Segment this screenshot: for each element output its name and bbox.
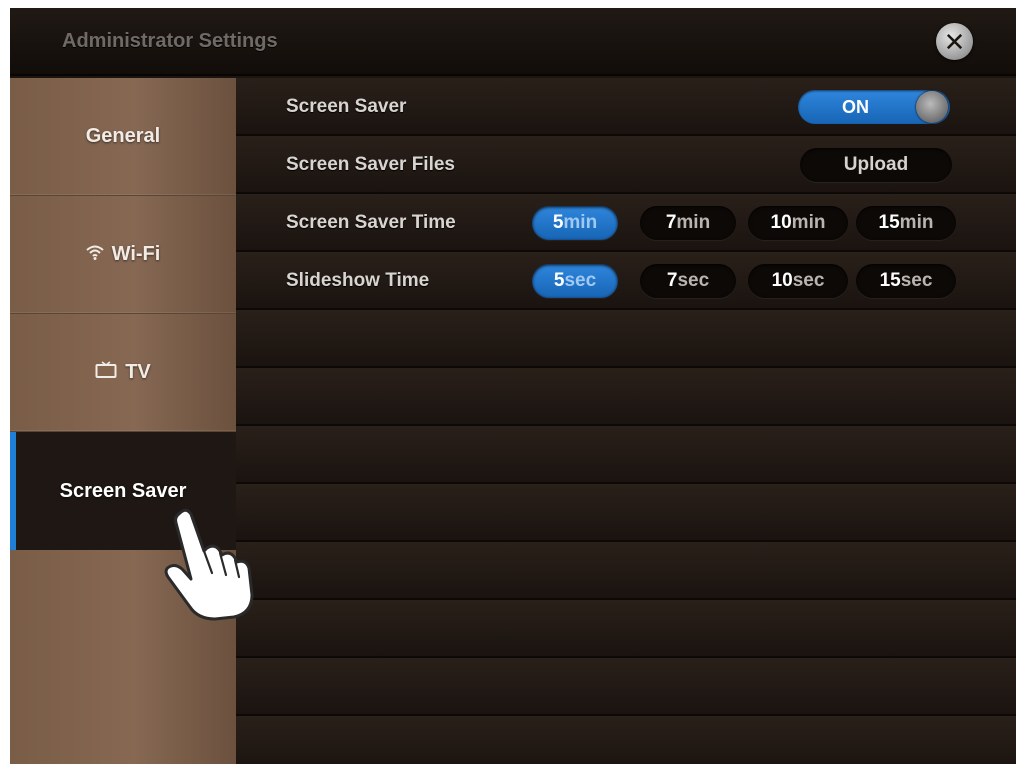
option-unit: min [791,212,826,233]
empty-row [236,600,1016,658]
empty-row [236,426,1016,484]
close-button[interactable]: ✕ [936,23,973,60]
option-5sec[interactable]: 5 sec [532,264,618,298]
window-title: Administrator Settings [62,30,278,52]
option-unit: sec [900,270,933,291]
empty-row [236,542,1016,600]
setting-label: Screen Saver Time [286,212,456,233]
toggle-state-label: ON [842,97,869,117]
option-7min[interactable]: 7 min [640,206,736,240]
option-unit: min [899,212,934,233]
empty-row [236,484,1016,542]
option-10min[interactable]: 10 min [748,206,848,240]
hand-pointer-icon [160,503,260,623]
settings-panel: Administrator Settings ✕ General Wi-Fi T… [10,8,1016,764]
empty-row [236,658,1016,716]
title-bar: Administrator Settings ✕ [10,8,1016,76]
sidebar: General Wi-Fi TV Screen Saver [10,78,236,764]
close-icon: ✕ [943,26,966,57]
setting-row-screen-saver-files: Screen Saver Files Upload [236,136,1016,194]
option-unit: min [563,212,598,233]
upload-button[interactable]: Upload [800,148,952,182]
settings-content: Screen Saver ON Screen Saver Files Uploa… [236,78,1016,764]
setting-row-screen-saver: Screen Saver ON [236,78,1016,136]
option-unit: min [676,212,711,233]
sidebar-item-tv[interactable]: TV [10,314,236,432]
option-number: 7 [666,270,678,291]
option-number: 5 [552,212,564,233]
setting-row-screen-saver-time: Screen Saver Time 5 min 7 min 10 min 15 min [236,194,1016,252]
sidebar-item-wifi[interactable]: Wi-Fi [10,196,236,314]
option-5min[interactable]: 5 min [532,206,618,240]
option-number: 10 [771,270,793,291]
sidebar-item-label: Wi-Fi [111,243,161,265]
option-number: 15 [878,212,900,233]
option-unit: sec [792,270,825,291]
toggle-knob [916,91,948,123]
sidebar-item-label: Screen Saver [59,479,187,502]
setting-label: Screen Saver [286,96,407,117]
option-10sec[interactable]: 10 sec [748,264,848,298]
screen-saver-toggle[interactable]: ON [798,90,950,124]
empty-row [236,368,1016,426]
option-number: 7 [665,212,677,233]
wifi-icon [85,244,104,265]
option-15sec[interactable]: 15 sec [856,264,956,298]
setting-row-slideshow-time: Slideshow Time 5 sec 7 sec 10 sec 15 sec [236,252,1016,310]
option-15min[interactable]: 15 min [856,206,956,240]
setting-label: Screen Saver Files [286,154,455,175]
option-7sec[interactable]: 7 sec [640,264,736,298]
option-number: 5 [553,270,565,291]
sidebar-item-label: General [85,125,161,147]
sidebar-item-label: TV [125,361,151,383]
sidebar-item-general[interactable]: General [10,78,236,196]
setting-label: Slideshow Time [286,270,430,291]
empty-row [236,716,1016,764]
option-unit: sec [677,270,710,291]
tv-icon [95,361,117,384]
empty-row [236,310,1016,368]
option-number: 15 [879,270,901,291]
option-number: 10 [770,212,792,233]
option-unit: sec [564,270,597,291]
